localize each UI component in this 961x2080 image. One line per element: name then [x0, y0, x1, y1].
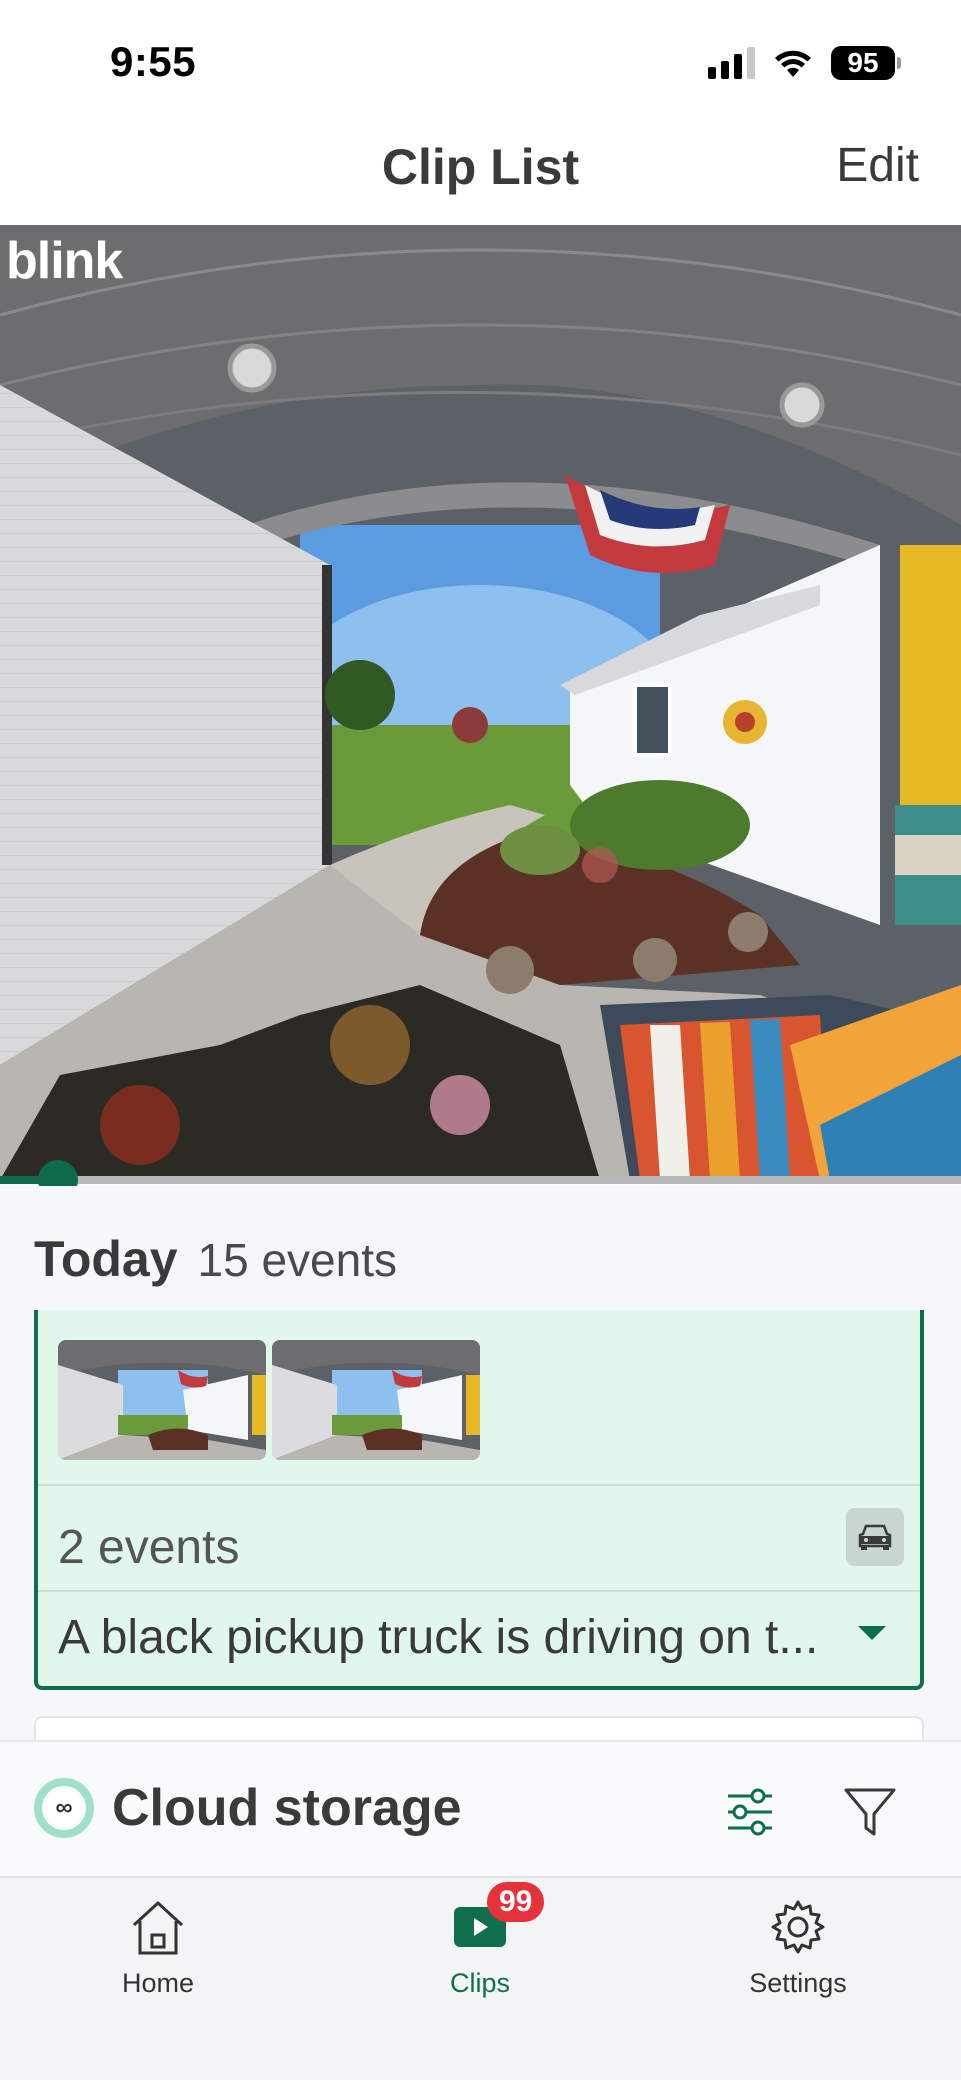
- tab-label: Home: [121, 1968, 195, 1998]
- clip-thumbnail[interactable]: [272, 1340, 480, 1460]
- tab-label: Settings: [749, 1968, 847, 1998]
- blink-logo: blink: [6, 232, 123, 290]
- gear-icon: [763, 1892, 833, 1962]
- battery-level: 95: [831, 46, 895, 80]
- video-player[interactable]: blink: [0, 225, 961, 1180]
- wifi-icon: [775, 50, 811, 77]
- vehicle-icon: [846, 1508, 904, 1566]
- filter-icon[interactable]: [840, 1782, 900, 1842]
- sliders-icon[interactable]: [720, 1782, 780, 1842]
- clip-thumbnail[interactable]: [58, 1340, 266, 1460]
- clip-list-screen: 9:55 95 Clip List Edit blink Today 15 ev…: [0, 0, 961, 2080]
- event-count: 2 events: [58, 1521, 240, 1574]
- day-header: Today 15 events: [34, 1230, 397, 1288]
- home-icon: [123, 1892, 193, 1962]
- battery-icon: 95: [831, 46, 901, 80]
- day-label: Today: [34, 1231, 178, 1287]
- day-event-count: 15 events: [197, 1234, 398, 1286]
- infinity-icon: ∞: [42, 1786, 86, 1830]
- divider: [38, 1484, 920, 1486]
- clip-list: Today 15 events 2 events A black pickup …: [0, 1186, 961, 1756]
- storage-label[interactable]: Cloud storage: [112, 1778, 462, 1838]
- status-indicators: 95: [708, 46, 901, 80]
- tab-label: Clips: [449, 1968, 510, 1998]
- cellular-signal-icon: [708, 47, 755, 79]
- page-title: Clip List: [381, 139, 580, 195]
- tab-bar: Home 99 Clips Settings: [0, 1876, 961, 2080]
- scrubber-track: [0, 1176, 961, 1184]
- event-card[interactable]: 2 events A black pickup truck is driving…: [34, 1310, 924, 1690]
- tab-settings[interactable]: Settings: [698, 1892, 898, 2012]
- video-frame: [0, 225, 961, 1180]
- tab-home[interactable]: Home: [58, 1892, 258, 2012]
- event-description: A black pickup truck is driving on t...: [58, 1611, 819, 1664]
- divider: [38, 1590, 920, 1592]
- tab-clips[interactable]: 99 Clips: [380, 1882, 580, 2012]
- chevron-down-icon[interactable]: [858, 1626, 886, 1640]
- notification-badge: 99: [487, 1882, 545, 1922]
- edit-button[interactable]: Edit: [836, 138, 919, 193]
- nav-header: Clip List Edit: [0, 120, 961, 225]
- clips-icon: 99: [445, 1882, 545, 1962]
- cloud-storage-icon: ∞: [34, 1778, 94, 1838]
- status-bar: 9:55 95: [0, 0, 961, 120]
- video-scrubber[interactable]: [0, 1160, 961, 1200]
- event-thumbnails: [58, 1340, 480, 1460]
- storage-bar: ∞ Cloud storage: [0, 1740, 961, 1876]
- status-time: 9:55: [110, 38, 197, 85]
